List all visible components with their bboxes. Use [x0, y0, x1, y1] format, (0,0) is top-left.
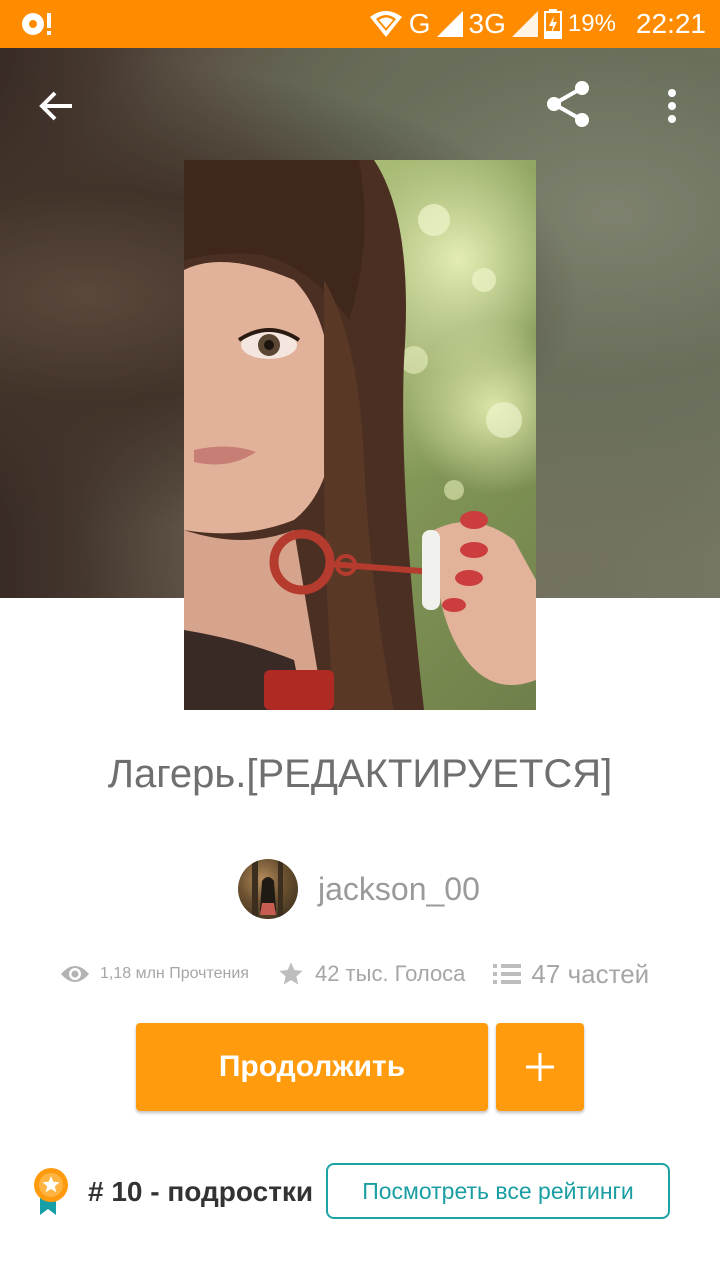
story-cover-image[interactable] [184, 160, 536, 710]
signal-icon-2 [511, 11, 538, 37]
author-row[interactable]: jackson_00 [238, 858, 480, 920]
battery-charging-icon [543, 9, 562, 39]
status-bar: G 3G 19% 22:21 [0, 0, 720, 48]
battery-percent: 19% [567, 10, 616, 37]
eye-icon [61, 966, 89, 982]
author-name[interactable]: jackson_00 [318, 871, 480, 908]
add-to-library-button[interactable] [496, 1023, 584, 1111]
clock: 22:21 [635, 8, 706, 39]
network-type-g: G [408, 8, 431, 39]
more-options-button[interactable] [652, 80, 692, 132]
parts-stat[interactable]: 47 частей [493, 959, 649, 990]
reads-stat: 1,18 млн Прочтения [60, 964, 249, 984]
parts-count[interactable]: 47 частей [531, 959, 649, 990]
star-icon [279, 962, 303, 985]
votes-stat: 42 тыс. Голоса [277, 960, 465, 988]
wifi-icon [369, 11, 402, 37]
story-stats: 1,18 млн Прочтения 42 тыс. Голоса 47 час… [60, 952, 670, 996]
award-ribbon-icon [34, 1168, 68, 1215]
continue-reading-button[interactable]: Продолжить [136, 1023, 488, 1111]
arrow-left-icon [39, 91, 72, 121]
share-icon [547, 81, 589, 127]
ranking-row: # 10 - подростки [30, 1164, 313, 1220]
view-all-rankings-button[interactable]: Посмотреть все рейтинги [326, 1163, 670, 1219]
author-avatar[interactable] [238, 859, 298, 919]
list-icon [493, 964, 522, 984]
ranking-text: # 10 - подростки [88, 1176, 314, 1207]
more-vertical-icon [668, 89, 676, 123]
votes-count: 42 тыс. Голоса [314, 961, 466, 986]
signal-icon [436, 11, 463, 37]
share-button[interactable] [540, 76, 596, 132]
reads-count: 1,18 млн Прочтения [100, 965, 249, 982]
back-button[interactable] [30, 80, 82, 132]
notification-icon [20, 10, 54, 38]
network-type-3g: 3G [468, 8, 506, 39]
story-title: Лагерь.[РЕДАКТИРУЕТСЯ] [107, 752, 613, 796]
view-all-rankings-label: Посмотреть все рейтинги [362, 1177, 634, 1204]
plus-icon [526, 1053, 554, 1081]
continue-label: Продолжить [218, 1050, 406, 1083]
